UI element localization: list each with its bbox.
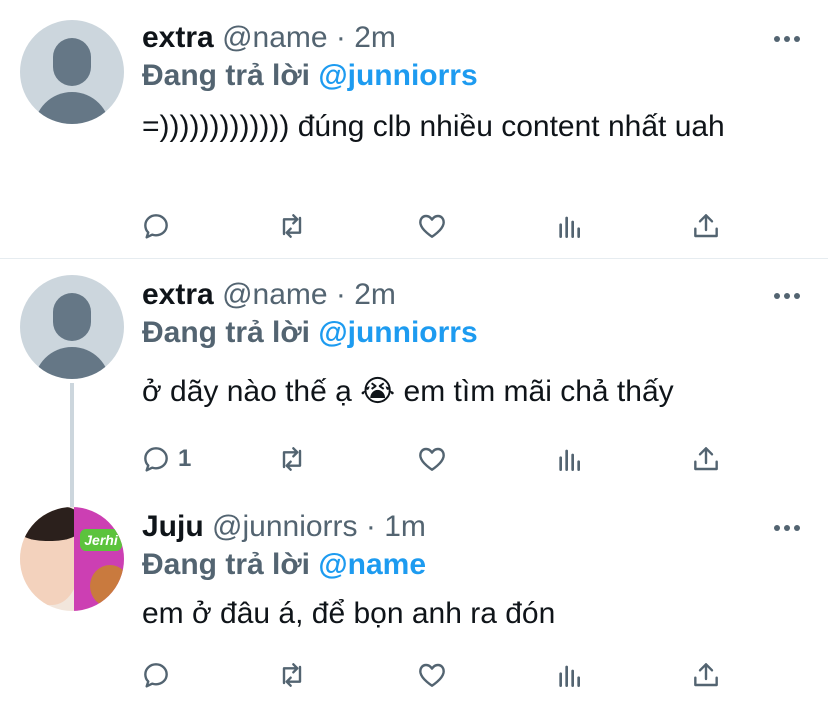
tweet-actions: 1 bbox=[140, 439, 740, 479]
mention-link[interactable]: @junniorrs bbox=[318, 59, 477, 92]
retweet-button[interactable] bbox=[276, 206, 308, 246]
display-name[interactable]: extra bbox=[142, 21, 214, 54]
share-icon bbox=[694, 663, 718, 687]
analytics-icon bbox=[559, 665, 580, 687]
retweet-icon bbox=[282, 663, 302, 687]
avatar-dog bbox=[90, 565, 124, 607]
tweet-text: em ở đâu á, để bọn anh ra đón bbox=[142, 597, 556, 630]
handle[interactable]: @junniorrs bbox=[212, 510, 358, 543]
reply-icon bbox=[144, 447, 168, 472]
replying-to: Đang trả lời @junniorrs bbox=[142, 58, 478, 94]
thread-line bbox=[70, 383, 74, 507]
analytics-icon bbox=[559, 216, 580, 238]
reply-count: 1 bbox=[178, 445, 192, 472]
reply-prefix: Đang trả lời bbox=[142, 59, 311, 92]
share-icon bbox=[694, 214, 718, 238]
analytics-button[interactable] bbox=[554, 206, 586, 246]
retweet-icon bbox=[282, 214, 302, 238]
display-name[interactable]: Juju bbox=[142, 510, 204, 543]
heart-icon bbox=[419, 447, 445, 471]
display-name[interactable]: extra bbox=[142, 278, 214, 311]
reply-prefix: Đang trả lời bbox=[142, 548, 311, 581]
reply-prefix: Đang trả lời bbox=[142, 316, 311, 349]
more-icon[interactable] bbox=[774, 291, 800, 301]
tweet-header: Juju @junniorrs · 1m bbox=[142, 509, 426, 545]
avatar-pack-label: Jerhi bbox=[80, 529, 122, 551]
heart-icon bbox=[419, 663, 445, 687]
reply-icon bbox=[144, 214, 168, 239]
reply-button[interactable] bbox=[140, 206, 178, 246]
replying-to: Đang trả lời @name bbox=[142, 547, 426, 583]
mention-link[interactable]: @name bbox=[318, 548, 426, 581]
avatar-body bbox=[34, 347, 110, 379]
tweet-1[interactable]: extra @name · 2m Đang trả lời @junniorrs… bbox=[0, 0, 828, 258]
more-icon[interactable] bbox=[774, 523, 800, 533]
retweet-icon bbox=[282, 447, 302, 471]
tweet-header: extra @name · 2m bbox=[142, 277, 396, 313]
reply-button[interactable]: 1 bbox=[140, 439, 191, 479]
share-icon bbox=[694, 447, 718, 471]
replying-to: Đang trả lời @junniorrs bbox=[142, 315, 478, 351]
tweet-actions bbox=[140, 655, 740, 695]
like-button[interactable] bbox=[416, 655, 448, 695]
tweet-header: extra @name · 2m bbox=[142, 20, 396, 56]
tweet-actions bbox=[140, 206, 740, 246]
timestamp[interactable]: · 1m bbox=[366, 510, 426, 543]
analytics-button[interactable] bbox=[554, 655, 586, 695]
avatar-head bbox=[53, 293, 91, 341]
avatar-body bbox=[34, 92, 110, 124]
analytics-icon bbox=[559, 449, 580, 471]
avatar-head bbox=[53, 38, 91, 86]
like-button[interactable] bbox=[416, 206, 448, 246]
retweet-button[interactable] bbox=[276, 655, 308, 695]
timestamp[interactable]: · 2m bbox=[336, 278, 396, 311]
tweet-3[interactable]: Jerhi Juju @junniorrs · 1m Đang trả lời … bbox=[0, 503, 828, 703]
reply-icon bbox=[144, 663, 168, 688]
heart-icon bbox=[419, 214, 445, 238]
avatar[interactable] bbox=[20, 20, 124, 124]
avatar[interactable] bbox=[20, 275, 124, 379]
timestamp[interactable]: · 2m bbox=[336, 21, 396, 54]
share-button[interactable] bbox=[690, 655, 722, 695]
more-icon[interactable] bbox=[774, 34, 800, 44]
tweet-text: =))))))))))))) đúng clb nhiều content nh… bbox=[142, 110, 725, 143]
analytics-button[interactable] bbox=[554, 439, 586, 479]
like-button[interactable] bbox=[416, 439, 448, 479]
tweet-text: ở dãy nào thế ạ 😭 em tìm mãi chả thấy bbox=[142, 375, 674, 408]
avatar[interactable]: Jerhi bbox=[20, 507, 124, 611]
share-button[interactable] bbox=[690, 206, 722, 246]
tweet-2[interactable]: extra @name · 2m Đang trả lời @junniorrs… bbox=[0, 259, 828, 507]
retweet-button[interactable] bbox=[276, 439, 308, 479]
handle[interactable]: @name bbox=[222, 21, 328, 54]
mention-link[interactable]: @junniorrs bbox=[318, 316, 477, 349]
reply-button[interactable] bbox=[140, 655, 178, 695]
handle[interactable]: @name bbox=[222, 278, 328, 311]
share-button[interactable] bbox=[690, 439, 722, 479]
